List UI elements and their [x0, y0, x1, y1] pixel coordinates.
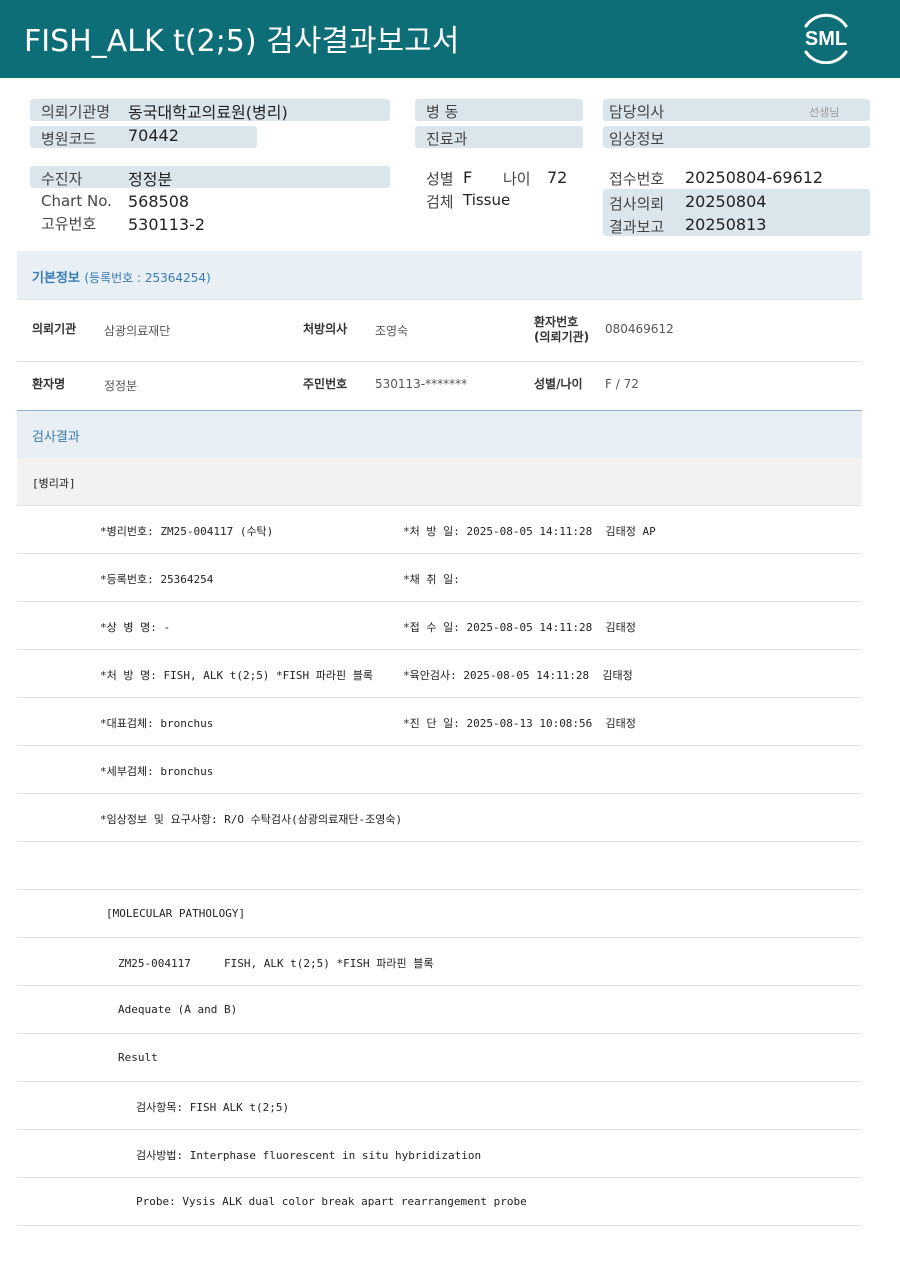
specimen-value: Tissue [463, 191, 511, 209]
hospital-code-value: 70442 [128, 126, 179, 145]
report-date-value: 20250813 [685, 215, 767, 234]
report-line-text: ZM25-004117 FISH, ALK t(2;5) *FISH 파라핀 블… [118, 957, 434, 970]
sex-value: F [463, 168, 473, 187]
sex-label: 성별 [426, 170, 454, 188]
inst-label: 의뢰기관 [32, 322, 77, 336]
sex-age-value: F / 72 [605, 377, 639, 391]
report-line: Adequate (A and B) [17, 986, 862, 1034]
result-row-right: *진 단 일: 2025-08-13 10:08:56 김태정 [403, 717, 636, 730]
divider [17, 299, 862, 300]
receipt-label: 접수번호 [609, 170, 665, 188]
sml-logo: SML [804, 13, 848, 64]
result-row-left: *병리번호: ZM25-004117 (수탁) [100, 525, 274, 538]
report-line: Probe: Vysis ALK dual color break apart … [17, 1178, 862, 1226]
report-line-text: [MOLECULAR PATHOLOGY] [106, 907, 246, 920]
result-row-right: *채 취 일: [403, 573, 460, 586]
institution-value: 동국대학교의료원(병리) [128, 103, 288, 122]
result-row-left: *임상정보 및 요구사항: R/O 수탁검사(삼광의료재단-조영숙) [100, 813, 403, 826]
dept-label: 진료과 [426, 130, 468, 148]
report-line-text: 검사항목: FISH ALK t(2;5) [136, 1101, 290, 1114]
patient-no-label: 환자번호 [534, 315, 579, 329]
name-label: 환자명 [32, 377, 66, 391]
result-row-right: *처 방 일: 2025-08-05 14:11:28 김태정 AP [403, 525, 656, 538]
report-line: 검사방법: Interphase fluorescent in situ hyb… [17, 1130, 862, 1178]
hospital-code-label: 병원코드 [41, 130, 97, 148]
prescriber-label: 처방의사 [303, 322, 348, 336]
sex-age-label: 성별/나이 [534, 377, 583, 391]
request-value: 20250804 [685, 192, 767, 211]
result-row-left: *상 병 명: - [100, 621, 171, 634]
result-row: *상 병 명: - *접 수 일: 2025-08-05 14:11:28 김태정 [17, 602, 862, 650]
divider [17, 361, 862, 362]
unique-id-value: 530113-2 [128, 215, 206, 234]
unique-id-label: 고유번호 [41, 215, 97, 233]
clinical-label: 임상정보 [609, 130, 665, 148]
report-date-label: 결과보고 [609, 218, 665, 236]
result-row: *등록번호: 25364254 *채 취 일: [17, 554, 862, 602]
inst-value: 삼광의료재단 [104, 324, 171, 338]
age-label: 나이 [503, 170, 531, 188]
report-line: [MOLECULAR PATHOLOGY] [17, 890, 862, 938]
result-row-left: *처 방 명: FISH, ALK t(2;5) *FISH 파라핀 블록 [100, 669, 374, 682]
result-row: *대표검체: bronchus *진 단 일: 2025-08-13 10:08:… [17, 698, 862, 746]
request-label: 검사의뢰 [609, 195, 665, 213]
report-line-text: 검사방법: Interphase fluorescent in situ hyb… [136, 1149, 482, 1162]
result-row-right: *접 수 일: 2025-08-05 14:11:28 김태정 [403, 621, 636, 634]
report-line: 검사항목: FISH ALK t(2;5) [17, 1082, 862, 1130]
result-row: *세부검체: bronchus [17, 746, 862, 794]
institution-label: 의뢰기관명 [41, 103, 111, 121]
chart-label: Chart No. [41, 192, 112, 210]
rrn-label: 주민번호 [303, 377, 348, 391]
report-title: FISH_ALK t(2;5) 검사결과보고서 [24, 24, 460, 59]
chart-value: 568508 [128, 192, 190, 211]
patient-field [30, 166, 390, 188]
report-line-text: Result [118, 1051, 158, 1064]
patient-no-sublabel: (의뢰기관) [534, 330, 590, 344]
report-line: ZM25-004117 FISH, ALK t(2;5) *FISH 파라핀 블… [17, 938, 862, 986]
dept-row-text: [병리과] [32, 477, 76, 490]
prescriber-value: 조영숙 [375, 324, 409, 338]
rrn-value: 530113-******* [375, 377, 468, 391]
basic-info-header: 기본정보 (등록번호 : 25364254) [17, 251, 862, 299]
result-row-left: *대표검체: bronchus [100, 717, 214, 730]
reg-number: (등록번호 : 25364254) [84, 271, 211, 285]
basic-info-title: 기본정보 [32, 271, 80, 286]
ward-label: 병 동 [426, 103, 459, 121]
doctor-suffix: 선생님 [809, 106, 840, 119]
result-row-left: *세부검체: bronchus [100, 765, 214, 778]
doctor-label: 담당의사 [609, 103, 665, 121]
specimen-label: 검체 [426, 193, 454, 211]
results-title: 검사결과 [32, 430, 80, 445]
results-header: 검사결과 [17, 410, 862, 458]
result-row-left: *등록번호: 25364254 [100, 573, 214, 586]
dept-row: [병리과] [17, 458, 862, 506]
result-row: *처 방 명: FISH, ALK t(2;5) *FISH 파라핀 블록 *육안… [17, 650, 862, 698]
patient-no-value: 080469612 [605, 322, 674, 336]
report-header: FISH_ALK t(2;5) 검사결과보고서 SML [0, 0, 900, 78]
result-row-right: *육안검사: 2025-08-05 14:11:28 김태정 [403, 669, 633, 682]
result-row [17, 842, 862, 890]
sml-logo-text: SML [805, 28, 847, 50]
report-line-text: Adequate (A and B) [118, 1003, 238, 1016]
report-line-text: Probe: Vysis ALK dual color break apart … [136, 1195, 527, 1208]
result-row: *임상정보 및 요구사항: R/O 수탁검사(삼광의료재단-조영숙) [17, 794, 862, 842]
patient-value: 정정분 [128, 170, 173, 189]
result-row: *병리번호: ZM25-004117 (수탁) *처 방 일: 2025-08-0… [17, 506, 862, 554]
receipt-value: 20250804-69612 [685, 168, 824, 187]
patient-label: 수진자 [41, 170, 83, 188]
report-line: Result [17, 1034, 862, 1082]
name-value: 정정분 [104, 379, 138, 393]
age-value: 72 [547, 168, 568, 187]
